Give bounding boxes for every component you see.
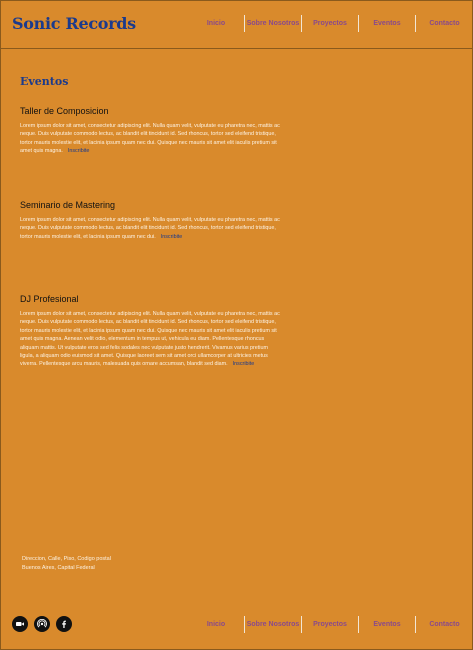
event-title: DJ Profesional (20, 294, 79, 304)
nav-contacto[interactable]: Contacto (416, 15, 473, 32)
event-description: Lorem ipsum dolor sit amet, consectetur … (20, 216, 282, 241)
footer-nav-proyectos[interactable]: Proyectos (302, 616, 359, 633)
event-item: DJ Profesional Lorem ipsum dolor sit ame… (20, 294, 282, 369)
social-icons (12, 616, 72, 632)
event-item: Seminario de Mastering Lorem ipsum dolor… (20, 200, 282, 241)
brand-logo[interactable]: Sonic Records (12, 14, 136, 33)
footer-nav-sobre-nosotros[interactable]: Sobre Nosotros (245, 616, 302, 633)
event-text: Lorem ipsum dolor sit amet, consectetur … (20, 311, 280, 368)
facebook-icon[interactable] (56, 616, 72, 632)
event-title: Taller de Composicion (20, 106, 109, 116)
event-description: Lorem ipsum dolor sit amet, consectetur … (20, 122, 282, 156)
inscribite-link[interactable]: Inscribite (233, 361, 255, 367)
event-description: Lorem ipsum dolor sit amet, consectetur … (20, 310, 282, 369)
site-header: Sonic Records Inicio Sobre Nosotros Proy… (0, 0, 473, 49)
event-item: Taller de Composicion Lorem ipsum dolor … (20, 106, 282, 156)
address-line: Direccion, Calle, Piso, Codigo postal (22, 556, 111, 562)
footer-nav: Inicio Sobre Nosotros Proyectos Eventos … (188, 616, 473, 633)
nav-proyectos[interactable]: Proyectos (302, 15, 359, 32)
video-camera-icon[interactable] (12, 616, 28, 632)
nav-eventos[interactable]: Eventos (359, 15, 416, 32)
address-line: Buenos Aires, Capital Federal (22, 565, 95, 571)
footer-nav-inicio[interactable]: Inicio (188, 616, 245, 633)
footer-nav-contacto[interactable]: Contacto (416, 616, 473, 633)
inscribite-link[interactable]: Inscribite (68, 148, 90, 154)
event-text: Lorem ipsum dolor sit amet, consectetur … (20, 123, 280, 155)
footer-address: Direccion, Calle, Piso, Codigo postal Bu… (22, 555, 111, 573)
podcast-icon[interactable] (34, 616, 50, 632)
inscribite-link[interactable]: Inscribite (161, 234, 183, 240)
event-text: Lorem ipsum dolor sit amet, consectetur … (20, 217, 280, 240)
footer-nav-eventos[interactable]: Eventos (359, 616, 416, 633)
nav-inicio[interactable]: Inicio (188, 15, 245, 32)
page-title: Eventos (20, 75, 69, 88)
main-nav: Inicio Sobre Nosotros Proyectos Eventos … (188, 15, 473, 32)
nav-sobre-nosotros[interactable]: Sobre Nosotros (245, 15, 302, 32)
event-title: Seminario de Mastering (20, 200, 116, 210)
